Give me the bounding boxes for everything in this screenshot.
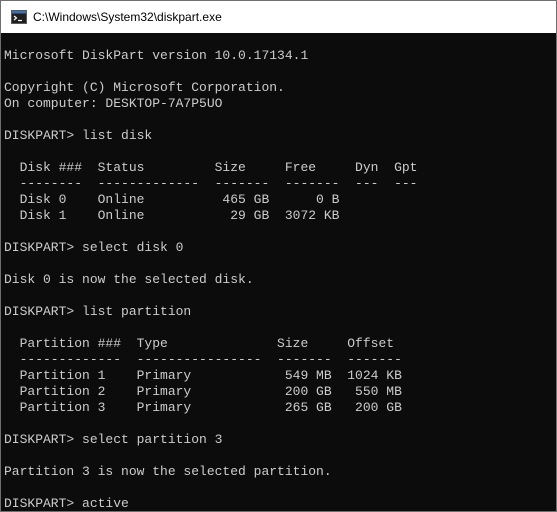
console-line: Disk 1 Online 29 GB 3072 KB — [4, 208, 340, 223]
console-line: DISKPART> select partition 3 — [4, 432, 223, 447]
console-line: DISKPART> select disk 0 — [4, 240, 184, 255]
console-line: DISKPART> active — [4, 496, 129, 511]
console-line: DISKPART> list disk — [4, 128, 153, 143]
console-line: ------------- ---------------- ------- -… — [4, 352, 402, 367]
console-line: -------- ------------- ------- ------- -… — [4, 176, 418, 191]
console-line: Copyright (C) Microsoft Corporation. — [4, 80, 285, 95]
console-line: Partition 2 Primary 200 GB 550 MB — [4, 384, 402, 399]
console-line: Partition ### Type Size Offset — [4, 336, 395, 351]
console-line: Partition 1 Primary 549 MB 1024 KB — [4, 368, 402, 383]
console-line: DISKPART> list partition — [4, 304, 192, 319]
console-line: Partition 3 Primary 265 GB 200 GB — [4, 400, 402, 415]
window-title: C:\Windows\System32\diskpart.exe — [33, 10, 222, 24]
console-line: Disk 0 Online 465 GB 0 B — [4, 192, 340, 207]
console-line: Partition 3 is now the selected partitio… — [4, 464, 332, 479]
console-line: Microsoft DiskPart version 10.0.17134.1 — [4, 48, 309, 63]
console-line: On computer: DESKTOP-7A7P5UO — [4, 96, 223, 111]
console-line: Disk 0 is now the selected disk. — [4, 272, 254, 287]
console-app-icon — [11, 10, 27, 24]
title-bar[interactable]: C:\Windows\System32\diskpart.exe — [1, 1, 556, 33]
console-line: Disk ### Status Size Free Dyn Gpt — [4, 160, 418, 175]
diskpart-console-window: C:\Windows\System32\diskpart.exe Microso… — [0, 0, 557, 512]
console-output-area[interactable]: Microsoft DiskPart version 10.0.17134.1 C… — [1, 33, 556, 511]
